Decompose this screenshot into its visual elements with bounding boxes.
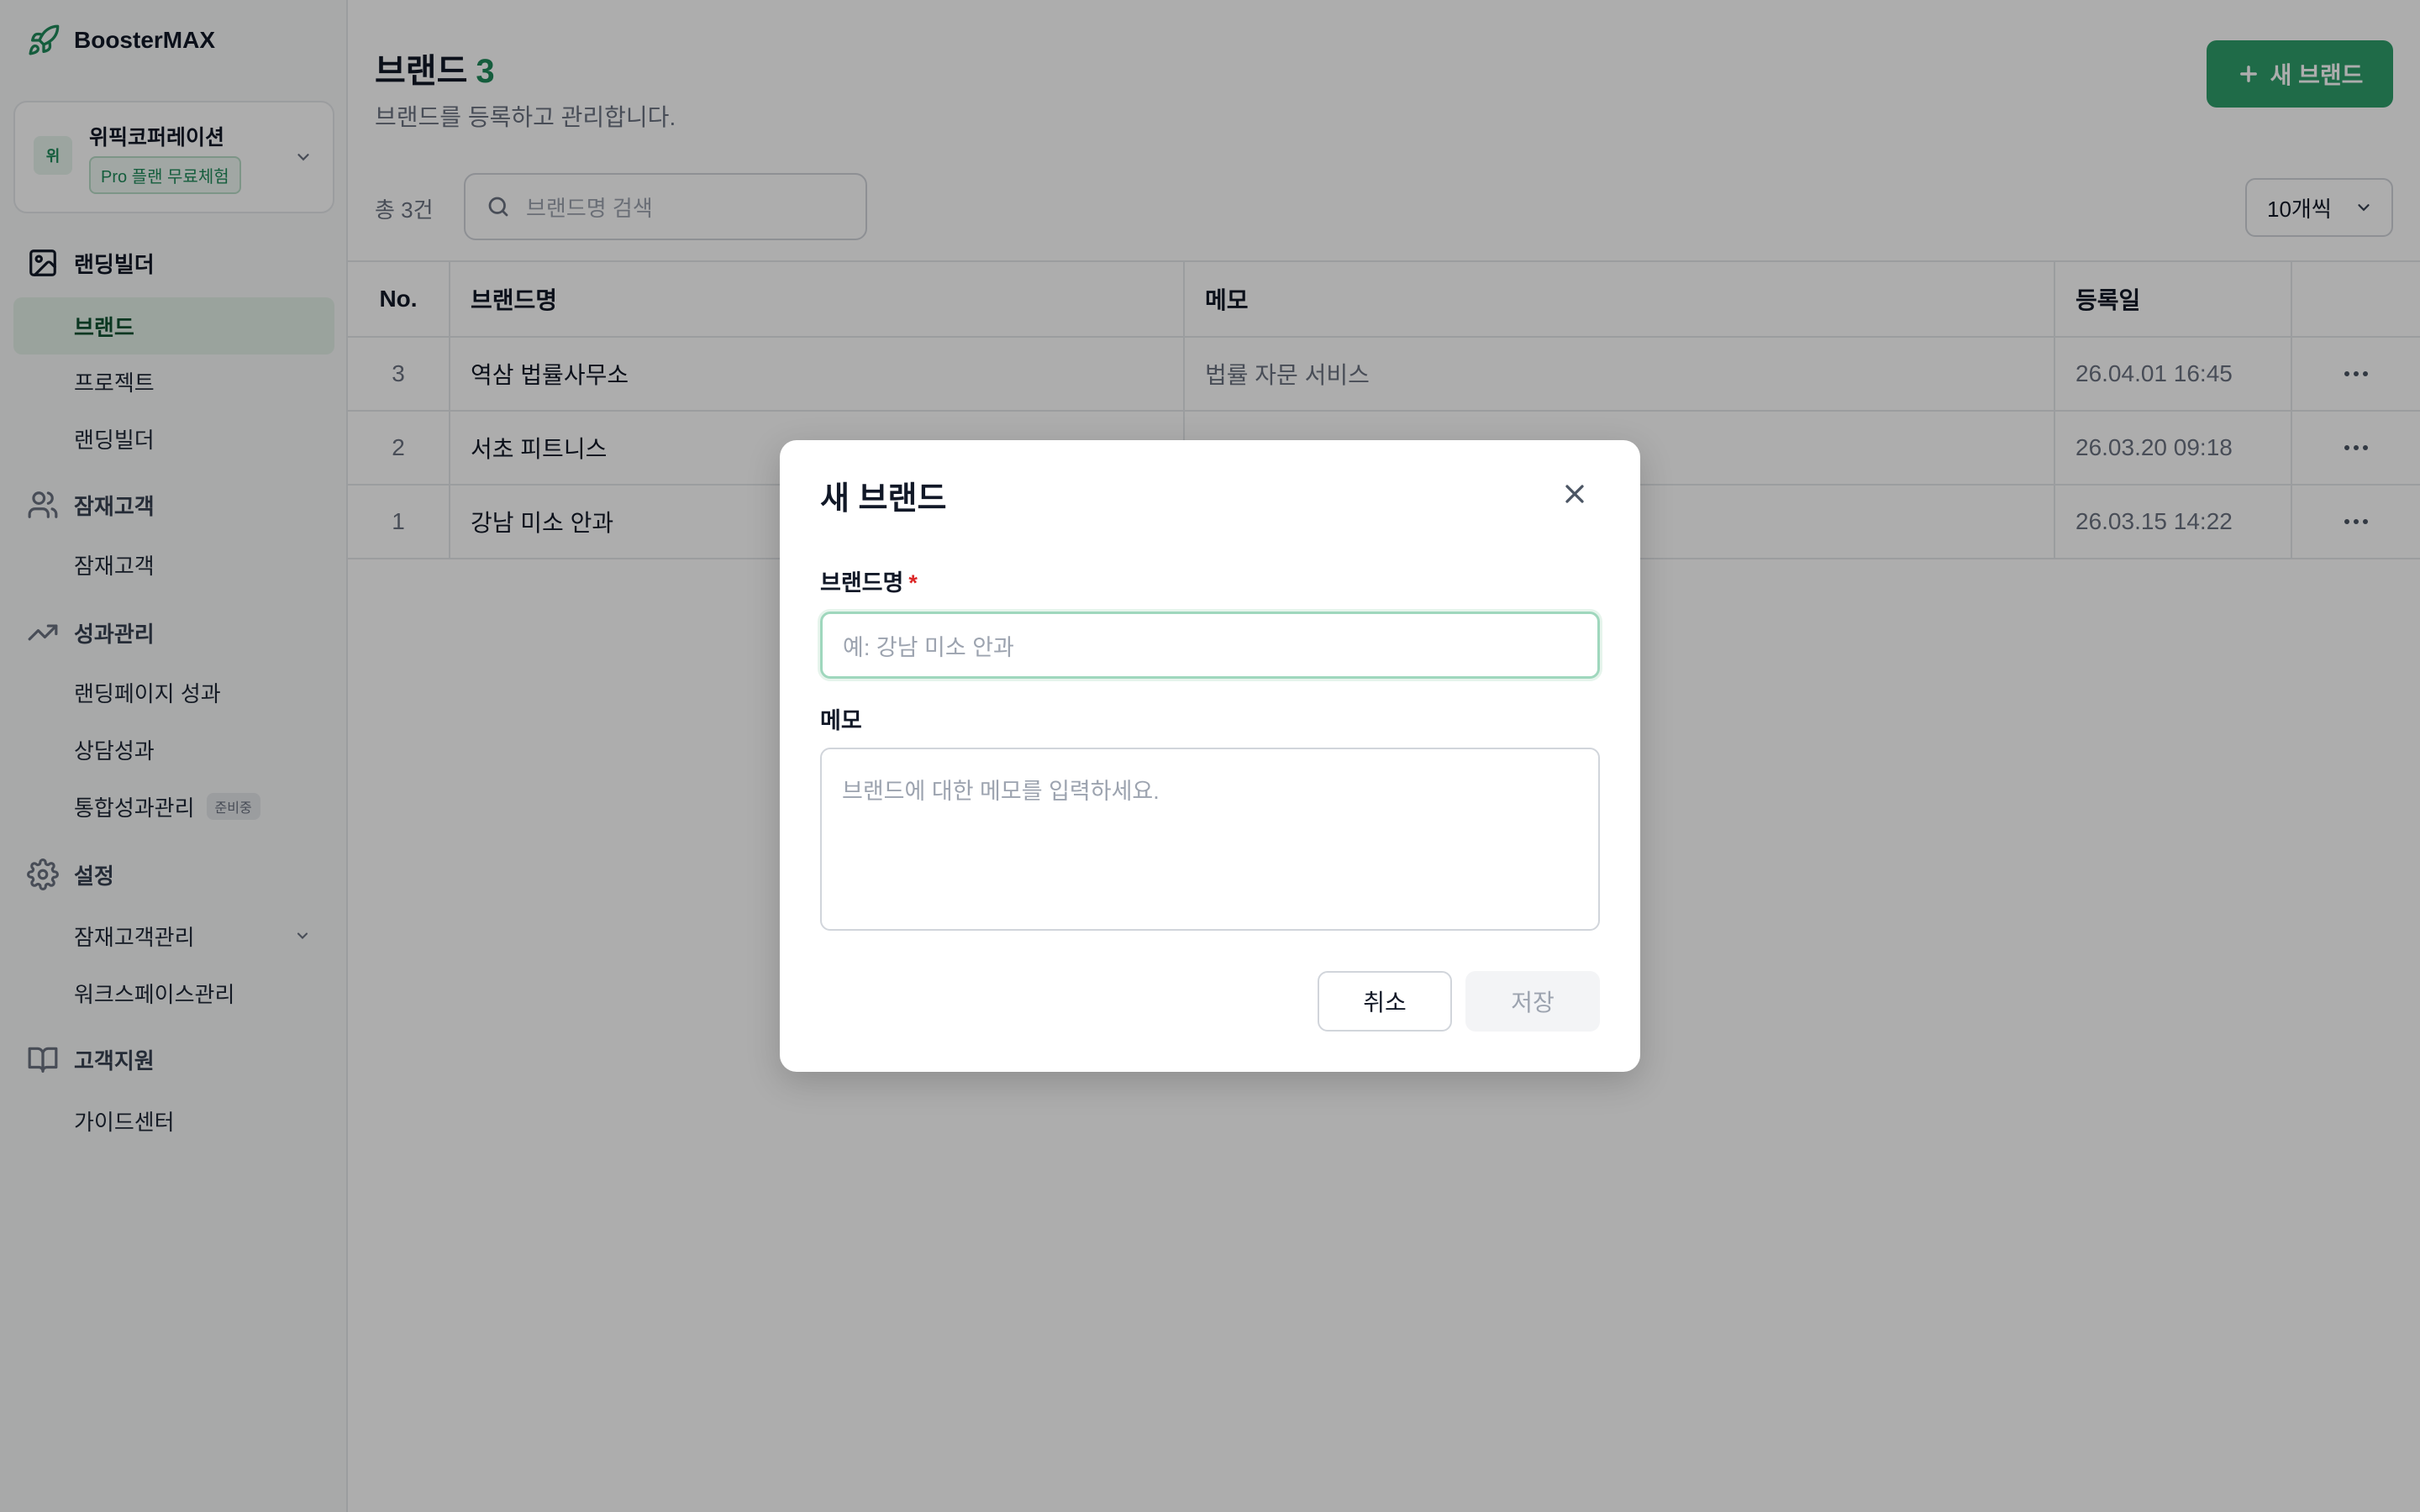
memo-textarea[interactable]: 브랜드에 대한 메모를 입력하세요.: [820, 748, 1600, 931]
brand-name-label-text: 브랜드명: [820, 570, 904, 596]
required-mark: *: [908, 570, 918, 596]
new-brand-dialog: 새 브랜드 브랜드명 * 예: 강남 미소 안과 메모 브랜드에 대한 메모를 입…: [780, 440, 1640, 1072]
memo-label: 메모: [820, 708, 862, 733]
brand-name-label: 브랜드명 *: [820, 564, 918, 597]
brand-name-input[interactable]: 예: 강남 미소 안과: [820, 612, 1600, 679]
cancel-button[interactable]: 취소: [1318, 971, 1452, 1032]
brand-name-placeholder: 예: 강남 미소 안과: [843, 634, 1014, 660]
memo-placeholder: 브랜드에 대한 메모를 입력하세요.: [842, 779, 1160, 804]
dialog-title: 새 브랜드: [820, 481, 947, 517]
close-icon[interactable]: [1560, 479, 1590, 509]
save-button[interactable]: 저장: [1465, 971, 1600, 1032]
